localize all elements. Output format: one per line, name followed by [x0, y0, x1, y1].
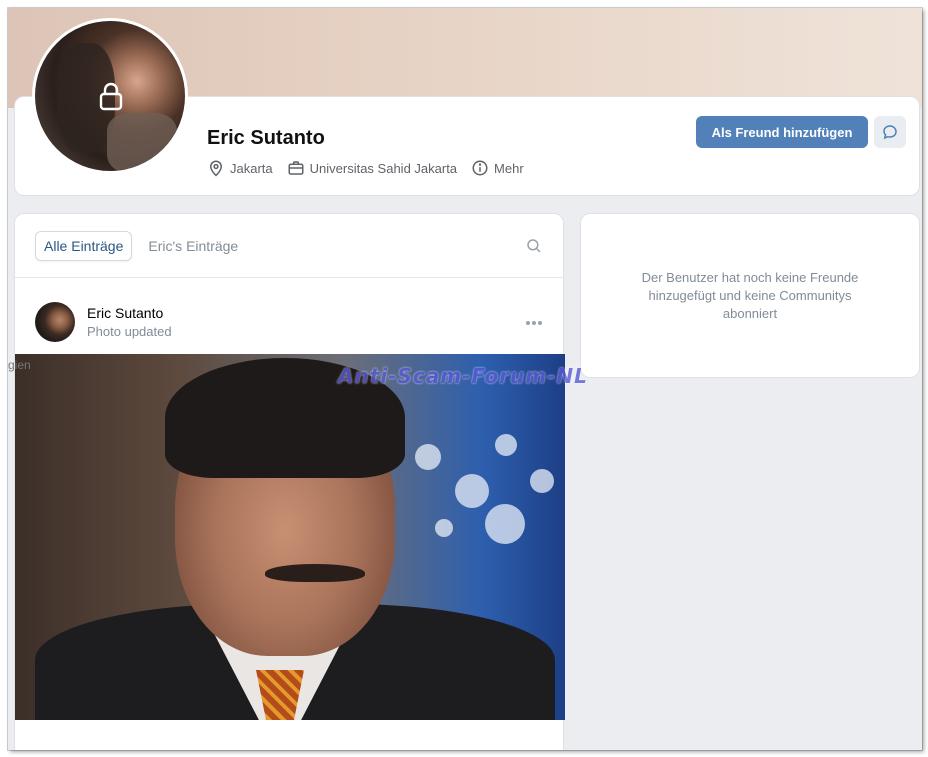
photo-bokeh	[455, 474, 489, 508]
post-author-avatar[interactable]	[35, 302, 75, 342]
info-icon	[472, 160, 488, 176]
edge-text-fragment: gien	[8, 358, 31, 372]
search-icon[interactable]	[525, 237, 543, 255]
photo-bokeh	[530, 469, 554, 493]
tab-user-posts[interactable]: Eric's Einträge	[140, 232, 246, 260]
briefcase-icon	[288, 161, 304, 175]
photo-bokeh	[495, 434, 517, 456]
education-label: Universitas Sahid Jakarta	[309, 160, 458, 176]
watermark-text: Anti-Scam-Forum-NL	[338, 364, 588, 388]
photo-bokeh	[435, 519, 453, 537]
profile-avatar[interactable]	[32, 18, 188, 174]
more-info-link[interactable]: Mehr	[471, 159, 524, 177]
add-friend-button[interactable]: Als Freund hinzufügen	[696, 116, 868, 148]
education-item: Universitas Sahid Jakarta	[287, 159, 457, 177]
post-subtitle: Photo updated	[87, 324, 172, 339]
profile-meta: Jakarta Universitas Sahid Jakarta Mehr	[207, 159, 538, 177]
more-options-icon[interactable]	[525, 320, 543, 326]
photo-bokeh	[415, 444, 441, 470]
avatar-blur-shape	[107, 113, 177, 171]
post-author-name[interactable]: Eric Sutanto	[87, 305, 172, 321]
post-photo[interactable]	[15, 354, 565, 720]
page-frame: Eric Sutanto Jakarta Universitas Sahid J…	[8, 8, 922, 750]
empty-friends-message: Der Benutzer hat noch keine Freunde hinz…	[641, 269, 859, 321]
photo-mustache	[265, 564, 365, 582]
location-label: Jakarta	[230, 160, 273, 176]
more-info-label: Mehr	[494, 160, 524, 176]
chat-bubble-icon	[883, 125, 897, 140]
feed-card: Alle Einträge Eric's Einträge Eric Sutan…	[14, 213, 565, 750]
profile-name: Eric Sutanto	[207, 127, 325, 149]
post-header: Eric Sutanto Photo updated	[35, 302, 172, 342]
photo-bokeh	[485, 504, 525, 544]
message-button[interactable]	[874, 116, 906, 148]
lock-icon	[99, 82, 123, 111]
location-pin-icon	[209, 160, 223, 177]
location-item: Jakarta	[207, 159, 273, 177]
tab-all-posts[interactable]: Alle Einträge	[35, 230, 133, 261]
post-author-block: Eric Sutanto Photo updated	[87, 305, 172, 339]
feed-tabs: Alle Einträge Eric's Einträge	[15, 214, 563, 278]
friends-communities-card: Der Benutzer hat noch keine Freunde hinz…	[580, 213, 920, 378]
